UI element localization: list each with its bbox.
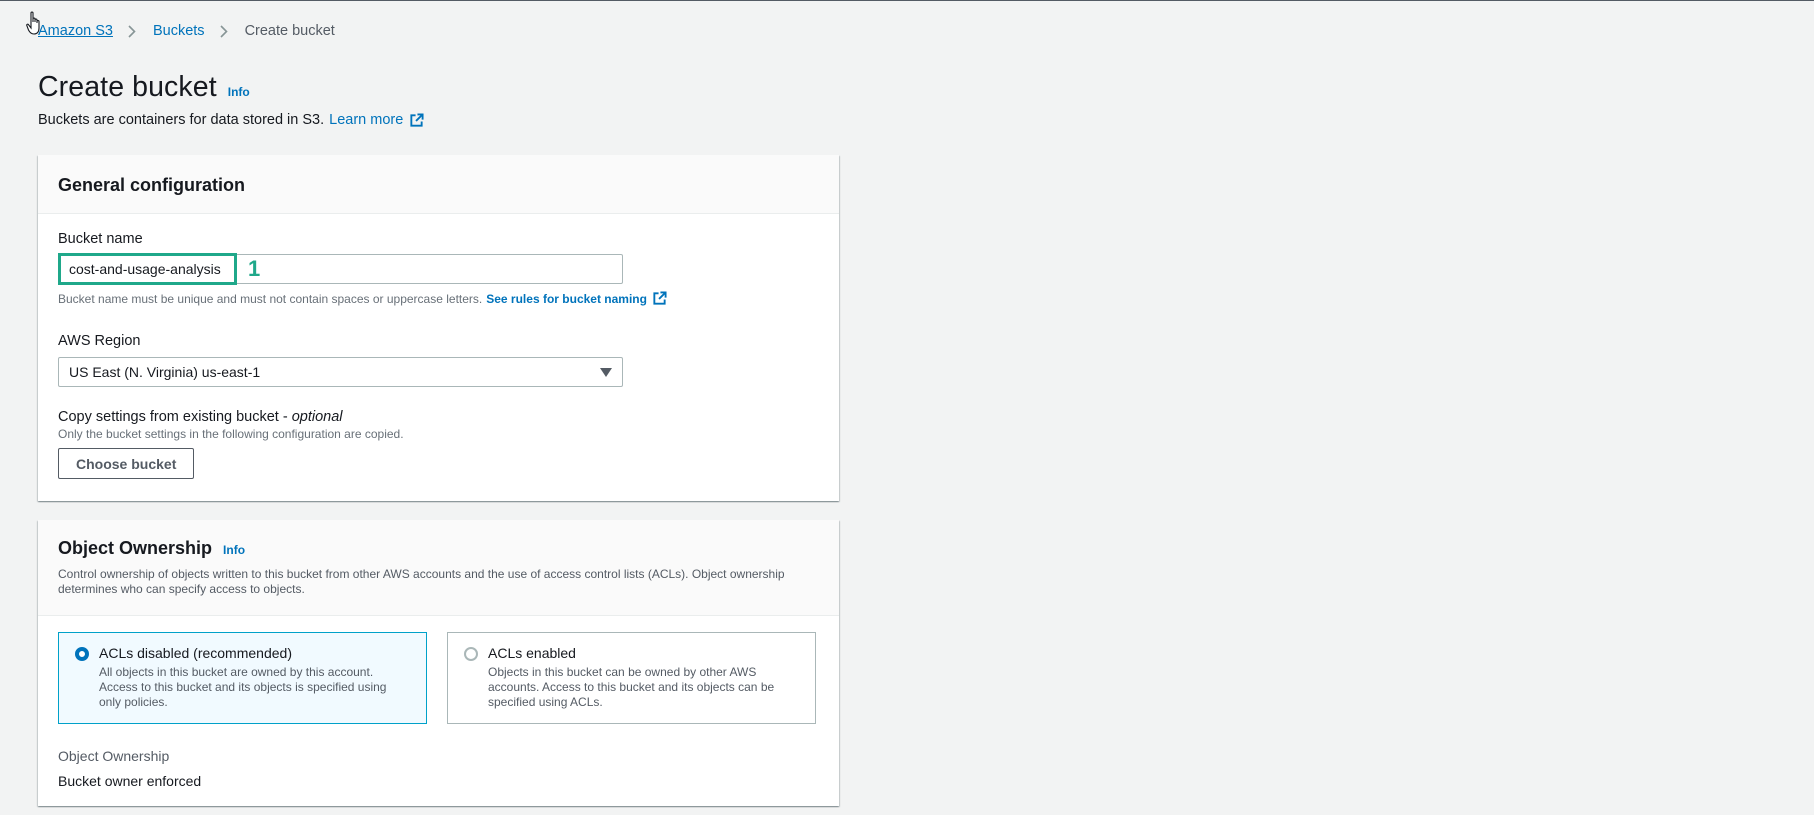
general-configuration-header: General configuration <box>38 155 839 214</box>
object-ownership-readout-label: Object Ownership <box>58 748 170 764</box>
page-info-link[interactable]: Info <box>228 85 250 99</box>
general-configuration-title: General configuration <box>58 175 246 195</box>
aws-region-select[interactable]: US East (N. Virginia) us-east-1 <box>58 357 623 387</box>
bucket-name-hint-text: Bucket name must be unique and must not … <box>58 291 483 306</box>
acls-enabled-desc: Objects in this bucket can be owned by o… <box>488 665 775 709</box>
aws-region-value: US East (N. Virginia) us-east-1 <box>69 364 261 380</box>
breadcrumb-buckets[interactable]: Buckets <box>153 23 205 39</box>
general-configuration-panel: General configuration Bucket name 1 Buck… <box>38 155 839 501</box>
external-link-icon <box>653 291 667 305</box>
bucket-name-input-wrap: 1 <box>58 253 623 285</box>
breadcrumb-current: Create bucket <box>244 23 335 39</box>
object-ownership-info-link[interactable]: Info <box>223 543 245 557</box>
learn-more-link[interactable]: Learn more <box>329 112 424 128</box>
object-ownership-readout-value: Bucket owner enforced <box>58 773 202 789</box>
acls-disabled-desc: All objects in this bucket are owned by … <box>99 665 387 709</box>
acls-enabled-tile[interactable]: ACLs enabled Objects in this bucket can … <box>447 632 816 724</box>
page-description-text: Buckets are containers for data stored i… <box>38 112 325 128</box>
acls-disabled-title: ACLs disabled (recommended) <box>99 645 292 661</box>
page-description: Buckets are containers for data stored i… <box>38 112 424 128</box>
aws-region-label: AWS Region <box>58 333 141 349</box>
copy-settings-hint: Only the bucket settings in the followin… <box>58 427 404 441</box>
annotation-number: 1 <box>248 256 261 281</box>
acls-enabled-radio[interactable] <box>464 647 478 661</box>
object-ownership-options: ACLs disabled (recommended) All objects … <box>58 632 819 724</box>
choose-bucket-button[interactable]: Choose bucket <box>58 448 195 479</box>
chevron-right-icon <box>128 24 136 38</box>
acls-disabled-radio[interactable] <box>75 647 89 661</box>
breadcrumb-amazon-s3[interactable]: Amazon S3 <box>38 23 113 39</box>
object-ownership-title: Object Ownership <box>58 538 213 558</box>
annotation-highlight-box <box>58 253 237 285</box>
breadcrumb: Amazon S3 Buckets Create bucket <box>38 23 335 39</box>
copy-settings-label-text: Copy settings from existing bucket - <box>58 409 292 425</box>
bucket-naming-rules-label: See rules for bucket naming <box>486 291 647 306</box>
object-ownership-description: Control ownership of objects written to … <box>58 567 785 596</box>
object-ownership-header: Object Ownership Info Control ownership … <box>38 520 839 616</box>
bucket-name-label: Bucket name <box>58 231 143 247</box>
object-ownership-readout: Object Ownership Bucket owner enforced <box>58 748 819 789</box>
external-link-icon <box>410 112 424 127</box>
acls-enabled-title: ACLs enabled <box>488 645 576 661</box>
object-ownership-panel: Object Ownership Info Control ownership … <box>38 520 839 806</box>
learn-more-label: Learn more <box>329 112 404 128</box>
copy-settings-optional: optional <box>291 409 343 425</box>
acls-disabled-tile[interactable]: ACLs disabled (recommended) All objects … <box>58 632 427 724</box>
chevron-right-icon <box>219 24 228 38</box>
bucket-name-hint: Bucket name must be unique and must not … <box>58 291 819 306</box>
page-title: Create bucket <box>38 71 217 103</box>
copy-settings-label: Copy settings from existing bucket - opt… <box>58 409 819 425</box>
bucket-naming-rules-link[interactable]: See rules for bucket naming <box>486 292 647 306</box>
page-header: Create bucket Info Buckets are container… <box>38 71 424 128</box>
caret-down-icon <box>600 367 612 377</box>
